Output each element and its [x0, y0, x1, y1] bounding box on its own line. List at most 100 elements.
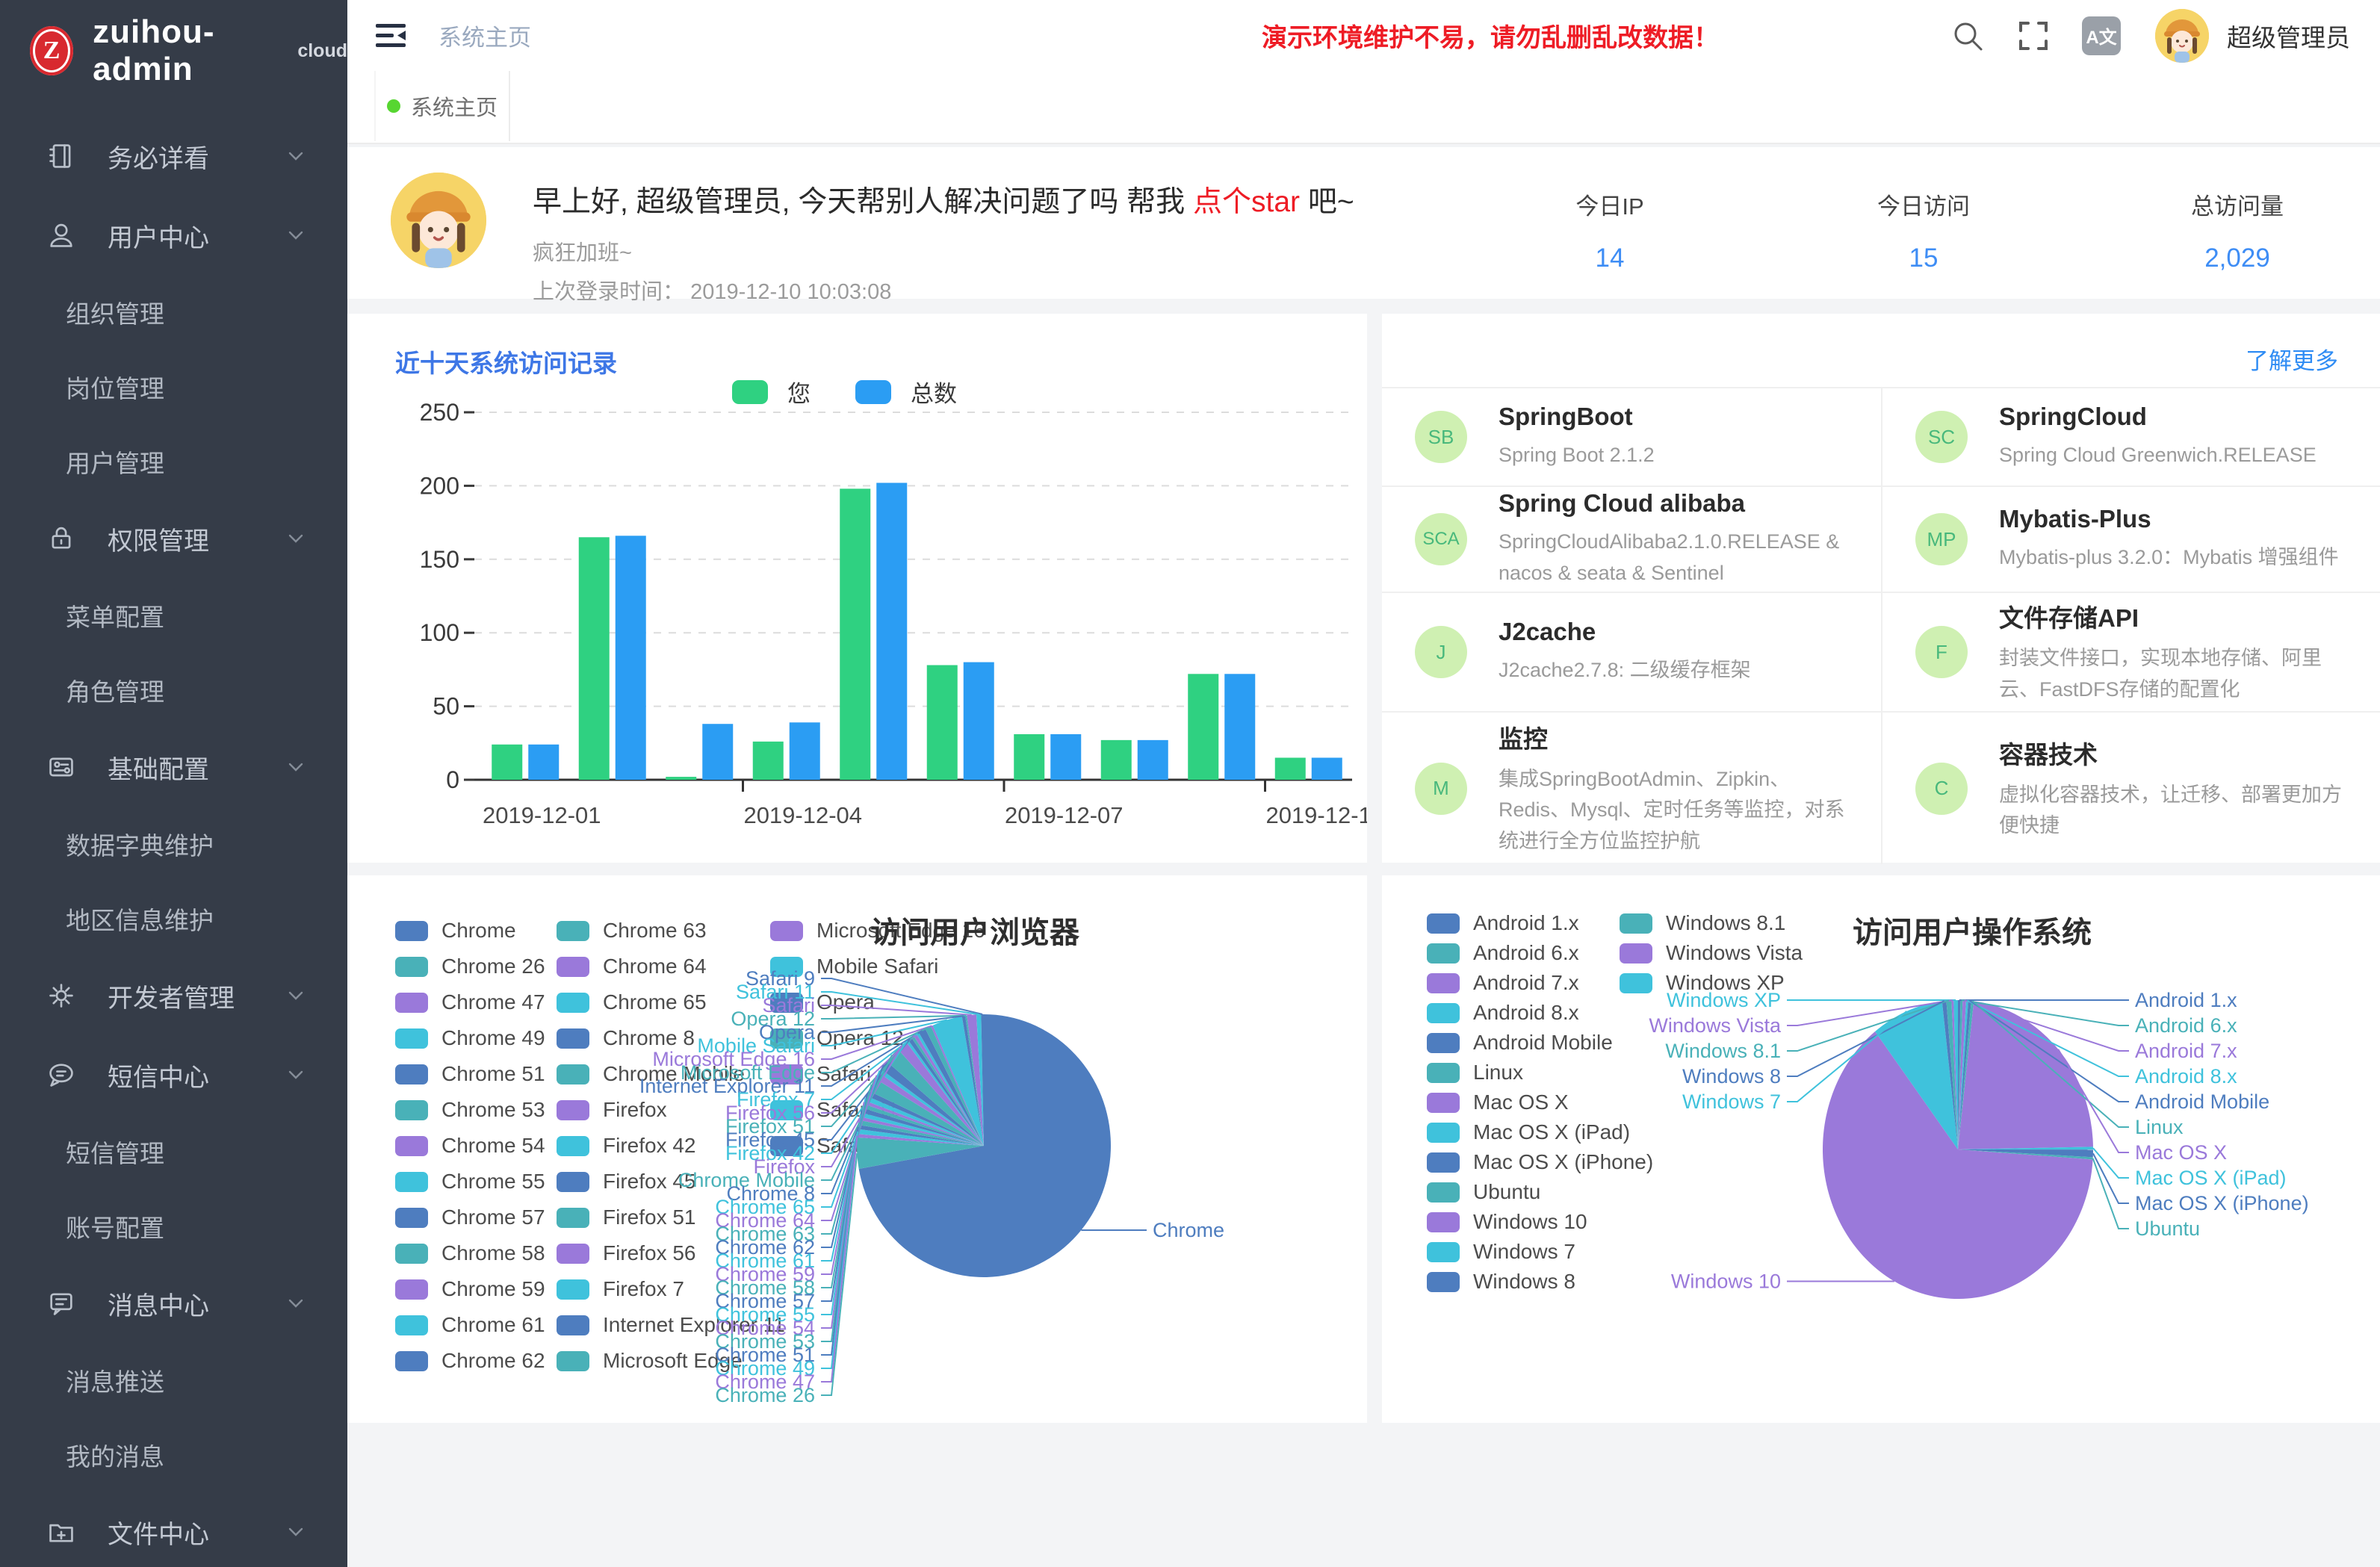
legend-item-Firefox[interactable]: Firefox — [557, 1098, 667, 1122]
user-avatar[interactable] — [2155, 9, 2209, 63]
legend-item-Windows 8.1[interactable]: Windows 8.1 — [1620, 911, 1785, 935]
sidebar-subitem-岗位管理[interactable]: 岗位管理 — [0, 350, 347, 424]
tech-card-SpringBoot[interactable]: SBSpringBootSpring Boot 2.1.2 — [1382, 388, 1881, 487]
sidebar-subitem-数据字典维护[interactable]: 数据字典维护 — [0, 807, 347, 881]
legend-item-Chrome 54[interactable]: Chrome 54 — [395, 1134, 545, 1158]
legend-item-Chrome 65[interactable]: Chrome 65 — [557, 990, 707, 1014]
sidebar-item-用户中心[interactable]: 用户中心 — [0, 196, 347, 275]
sidebar-subitem-组织管理[interactable]: 组织管理 — [0, 275, 347, 350]
legend-item-Mobile Safari[interactable]: Mobile Safari — [770, 955, 938, 978]
legend-item-Firefox 56[interactable]: Firefox 56 — [557, 1241, 696, 1265]
legend-item-Chrome Mobile[interactable]: Chrome Mobile — [557, 1062, 745, 1086]
stat-label: 今日访问 — [1767, 187, 2080, 221]
legend-item-Android 8.x[interactable]: Android 8.x — [1427, 1001, 1579, 1025]
legend-item-Chrome 47[interactable]: Chrome 47 — [395, 990, 545, 1014]
legend-item-Chrome 63[interactable]: Chrome 63 — [557, 919, 707, 943]
sidebar-subitem-账号配置[interactable]: 账号配置 — [0, 1189, 347, 1264]
sidebar-subitem-菜单配置[interactable]: 菜单配置 — [0, 578, 347, 653]
tech-card-容器技术[interactable]: C容器技术虚拟化容器技术，让迁移、部署更加方便快捷 — [1881, 713, 2380, 864]
legend-item-Chrome[interactable]: Chrome — [395, 919, 516, 943]
legend-swatch — [1427, 973, 1460, 993]
logo[interactable]: Z zuihou-admin cloud — [0, 0, 347, 88]
language-switch-icon[interactable]: A文 — [2082, 16, 2121, 55]
sidebar-item-开发者管理[interactable]: 开发者管理 — [0, 956, 347, 1035]
sidebar-subitem-用户管理[interactable]: 用户管理 — [0, 424, 347, 499]
legend-item-Chrome 53[interactable]: Chrome 53 — [395, 1098, 545, 1122]
collapse-sidebar-icon[interactable] — [374, 21, 407, 51]
legend-item-Windows Vista[interactable]: Windows Vista — [1620, 941, 1803, 965]
sidebar-item-消息中心[interactable]: 消息中心 — [0, 1264, 347, 1343]
legend-item-Windows 10[interactable]: Windows 10 — [1427, 1210, 1587, 1234]
breadcrumb[interactable]: 系统主页 — [438, 19, 531, 52]
legend-item-Android 7.x[interactable]: Android 7.x — [1427, 971, 1579, 995]
tech-card-Mybatis-Plus[interactable]: MPMybatis-PlusMybatis-plus 3.2.0：Mybatis… — [1881, 487, 2380, 593]
sidebar-item-文件中心[interactable]: 文件中心 — [0, 1492, 347, 1567]
legend-swatch — [395, 993, 428, 1013]
tech-card-SpringCloud[interactable]: SCSpringCloudSpring Cloud Greenwich.RELE… — [1881, 388, 2380, 487]
star-link[interactable]: 点个star — [1193, 186, 1300, 218]
sidebar-subitem-消息推送[interactable]: 消息推送 — [0, 1343, 347, 1418]
bar-chart[interactable]: 0501001502002502019-12-012019-12-042019-… — [347, 397, 1367, 860]
legend-item-Android 1.x[interactable]: Android 1.x — [1427, 911, 1579, 935]
legend-label: Chrome 64 — [603, 955, 707, 978]
legend-item-Firefox 45[interactable]: Firefox 45 — [557, 1170, 696, 1194]
legend-item-Chrome 62[interactable]: Chrome 62 — [395, 1349, 545, 1373]
legend-item-Android Mobile[interactable]: Android Mobile — [1427, 1031, 1613, 1055]
sidebar-subitem-角色管理[interactable]: 角色管理 — [0, 653, 347, 727]
legend-item-Chrome 8[interactable]: Chrome 8 — [557, 1026, 695, 1050]
tab-system-home[interactable]: 系统主页 — [374, 71, 510, 141]
search-icon[interactable] — [1950, 19, 1985, 53]
legend-item-Chrome 61[interactable]: Chrome 61 — [395, 1313, 545, 1337]
legend-item-Chrome 57[interactable]: Chrome 57 — [395, 1205, 545, 1229]
legend-item-Chrome 59[interactable]: Chrome 59 — [395, 1277, 545, 1301]
legend-item-Chrome 58[interactable]: Chrome 58 — [395, 1241, 545, 1265]
legend-item-Opera[interactable]: Opera — [770, 990, 875, 1014]
legend-item-Mac OS X (iPhone)[interactable]: Mac OS X (iPhone) — [1427, 1150, 1653, 1174]
svg-text:Chrome 64: Chrome 64 — [715, 1209, 815, 1232]
learn-more-link[interactable]: 了解更多 — [2246, 342, 2338, 376]
legend-item-Windows XP[interactable]: Windows XP — [1620, 971, 1785, 995]
visits-bar-chart-panel: 近十天系统访问记录 您 总数 0501001502002502019-12-01… — [347, 314, 1367, 863]
legend-item-Windows 7[interactable]: Windows 7 — [1427, 1240, 1575, 1264]
legend-item-Internet Explorer 11[interactable]: Internet Explorer 11 — [557, 1313, 785, 1337]
legend-item-Safari[interactable]: Safari — [770, 1062, 871, 1086]
tech-card-J2cache[interactable]: JJ2cacheJ2cache2.7.8: 二级缓存框架 — [1382, 593, 1881, 713]
legend-item-Android 6.x[interactable]: Android 6.x — [1427, 941, 1579, 965]
legend-item-Mac OS X[interactable]: Mac OS X — [1427, 1090, 1569, 1114]
legend-item-Safari 9[interactable]: Safari 9 — [770, 1134, 889, 1158]
legend-item-Firefox 7[interactable]: Firefox 7 — [557, 1277, 684, 1301]
legend-item-Chrome 49[interactable]: Chrome 49 — [395, 1026, 545, 1050]
stat-value[interactable]: 2,029 — [2080, 243, 2380, 273]
svg-text:Mac OS X (iPhone): Mac OS X (iPhone) — [2135, 1192, 2309, 1214]
username[interactable]: 超级管理员 — [2227, 18, 2350, 54]
legend-item-Mac OS X (iPad)[interactable]: Mac OS X (iPad) — [1427, 1120, 1630, 1144]
stat-value[interactable]: 14 — [1453, 243, 1767, 273]
stat-label: 今日IP — [1453, 187, 1767, 221]
stat-value[interactable]: 15 — [1767, 243, 2080, 273]
svg-text:Mac OS X: Mac OS X — [2135, 1141, 2227, 1164]
legend-item-Opera 12[interactable]: Opera 12 — [770, 1026, 904, 1050]
legend-item-Microsoft Edge[interactable]: Microsoft Edge — [557, 1349, 743, 1373]
tech-card-文件存储API[interactable]: F文件存储API封装文件接口，实现本地存储、阿里云、FastDFS存储的配置化 — [1881, 593, 2380, 713]
sidebar-subitem-短信管理[interactable]: 短信管理 — [0, 1114, 347, 1189]
legend-item-Chrome 64[interactable]: Chrome 64 — [557, 955, 707, 978]
legend-item-Firefox 42[interactable]: Firefox 42 — [557, 1134, 696, 1158]
fullscreen-icon[interactable] — [2016, 19, 2051, 53]
sidebar-subitem-地区信息维护[interactable]: 地区信息维护 — [0, 881, 347, 956]
sidebar-item-基础配置[interactable]: 基础配置 — [0, 727, 347, 807]
legend-item-Chrome 26[interactable]: Chrome 26 — [395, 955, 545, 978]
sidebar-subitem-我的消息[interactable]: 我的消息 — [0, 1418, 347, 1492]
legend-item-Firefox 51[interactable]: Firefox 51 — [557, 1205, 696, 1229]
legend-item-Ubuntu[interactable]: Ubuntu — [1427, 1180, 1540, 1204]
legend-swatch — [1427, 1033, 1460, 1053]
sidebar-item-务必详看[interactable]: 务必详看 — [0, 117, 347, 196]
legend-item-Safari 11[interactable]: Safari 11 — [770, 1098, 899, 1122]
legend-item-Chrome 55[interactable]: Chrome 55 — [395, 1170, 545, 1194]
sidebar-item-短信中心[interactable]: 短信中心 — [0, 1035, 347, 1114]
tech-card-监控[interactable]: M监控集成SpringBootAdmin、Zipkin、Redis、Mysql、… — [1382, 713, 1881, 864]
sidebar-item-权限管理[interactable]: 权限管理 — [0, 499, 347, 578]
tech-card-Spring Cloud alibaba[interactable]: SCASpring Cloud alibabaSpringCloudAlibab… — [1382, 487, 1881, 593]
legend-item-Linux[interactable]: Linux — [1427, 1061, 1523, 1085]
legend-item-Chrome 51[interactable]: Chrome 51 — [395, 1062, 545, 1086]
legend-item-Windows 8[interactable]: Windows 8 — [1427, 1270, 1575, 1294]
